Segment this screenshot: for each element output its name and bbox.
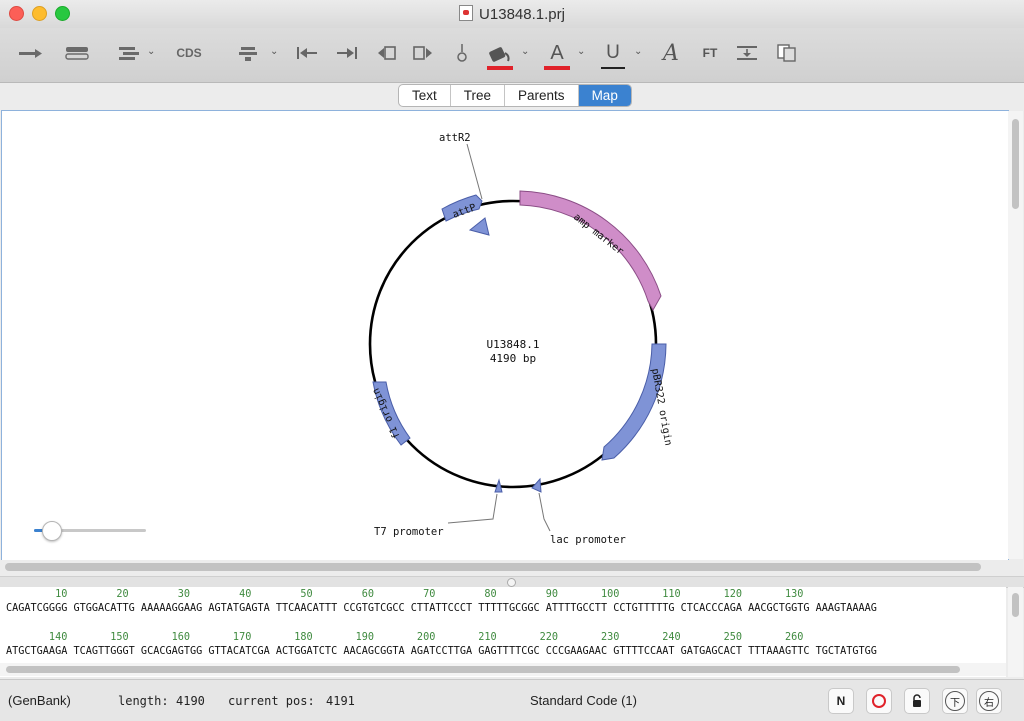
current-pos-value: 4191 (326, 694, 355, 708)
highlight-color-swatch (487, 66, 513, 70)
status-bar: (GenBank) length: 4190 current pos: 4191… (0, 679, 1024, 721)
go-to-start-button[interactable] (294, 42, 320, 64)
select-right-button[interactable] (410, 42, 436, 64)
scroll-thumb[interactable] (5, 563, 981, 571)
underline-swatch (601, 67, 625, 69)
stacked-features-button[interactable] (116, 42, 142, 64)
circle-icon (872, 694, 886, 708)
attr2-leader-line (466, 143, 483, 200)
bracket-left-icon (378, 46, 396, 60)
scroll-thumb[interactable] (1012, 119, 1019, 209)
splitter-handle[interactable] (507, 578, 516, 587)
circular-toggle-button[interactable] (866, 688, 892, 714)
sequence-horizontal-scrollbar[interactable] (0, 663, 1006, 676)
down-strand-button[interactable]: 下 (942, 688, 968, 714)
view-tabs: Text Tree Parents Map (398, 84, 632, 107)
pin-icon (457, 44, 467, 62)
go-to-end-button[interactable] (334, 42, 360, 64)
tab-parents[interactable]: Parents (505, 85, 579, 106)
sequence-ruler: 10 20 30 40 50 60 70 80 90 100 110 120 1… (6, 589, 804, 600)
cds-button[interactable]: CDS (172, 42, 206, 64)
unlock-icon (913, 694, 921, 707)
length-label: length: (118, 694, 169, 708)
zoom-slider-knob[interactable] (42, 521, 62, 541)
plasmid-length: 4190 bp (490, 352, 536, 365)
copy-icon (777, 44, 796, 62)
lock-button[interactable] (904, 688, 930, 714)
arrow-right-icon (19, 49, 42, 58)
sequence-line[interactable]: CAGATCGGGG GTGGACATTG AAAAAGGAAG AGTATGA… (6, 603, 877, 614)
t7-leader-line (447, 493, 498, 524)
toolbar: ⌄ CDS ⌄ ⌄ A ⌄ U ⌄ A FT (0, 28, 1024, 83)
plasmid-name: U13848.1 (487, 338, 540, 351)
font-color-button[interactable]: A (544, 42, 570, 64)
chevron-down-icon[interactable]: ⌄ (521, 46, 529, 57)
font-color-swatch (544, 66, 570, 70)
paint-bucket-icon (489, 47, 510, 62)
chevron-down-icon[interactable]: ⌄ (270, 46, 278, 57)
window-title-text: U13848.1.prj (479, 6, 565, 23)
attr2-label: attR2 (439, 132, 471, 144)
sequence-line[interactable]: ATGCTGAAGA TCAGTTGGGT GCACGAGTGG GTTACAT… (6, 646, 877, 657)
sequence-ruler: 140 150 160 170 180 190 200 210 220 230 … (6, 632, 804, 643)
chevron-down-icon[interactable]: ⌄ (634, 46, 642, 57)
box-feature-icon (65, 47, 89, 60)
select-left-button[interactable] (374, 42, 400, 64)
sequence-vertical-scrollbar[interactable] (1008, 587, 1023, 677)
map-vertical-scrollbar[interactable] (1008, 111, 1023, 559)
scroll-thumb[interactable] (1012, 593, 1019, 617)
genetic-code-label[interactable]: Standard Code (1) (530, 693, 637, 708)
n-button[interactable]: N (828, 688, 854, 714)
split-icon (737, 46, 757, 60)
feature-box-button[interactable] (62, 42, 92, 64)
attr2-marker[interactable] (468, 217, 490, 236)
bracket-right-icon (413, 46, 432, 60)
copy-button[interactable] (774, 42, 800, 64)
lac-promoter-label: lac promoter (550, 534, 626, 546)
title-bar: U13848.1.prj (0, 0, 1024, 28)
feature-arrow-button[interactable] (16, 42, 44, 64)
pbr322-origin-label: pBR322 origin (649, 368, 673, 447)
font-style-button[interactable]: A (658, 41, 684, 66)
app-window: U13848.1.prj ⌄ CDS ⌄ ⌄ A ⌄ U ⌄ A FT Text… (0, 0, 1024, 721)
ft-button[interactable]: FT (698, 42, 722, 64)
chevron-down-icon[interactable]: ⌄ (577, 46, 585, 57)
document-icon (459, 5, 474, 21)
length-value: 4190 (176, 694, 205, 708)
skip-back-icon (297, 47, 317, 59)
split-button[interactable] (734, 42, 760, 64)
tab-text[interactable]: Text (399, 85, 451, 106)
down-glyph-icon: 下 (945, 691, 965, 711)
insert-feature-button[interactable] (236, 42, 262, 64)
format-indicator: (GenBank) (8, 693, 71, 708)
right-strand-button[interactable]: 右 (976, 688, 1002, 714)
scroll-thumb[interactable] (6, 666, 960, 673)
insert-icon (239, 47, 257, 61)
tab-map[interactable]: Map (578, 85, 631, 106)
right-glyph-icon: 右 (979, 691, 999, 711)
highlight-color-button[interactable] (486, 42, 514, 64)
skip-forward-icon (337, 47, 357, 59)
stack-icon (119, 47, 139, 60)
amp-marker-feature[interactable] (519, 190, 662, 312)
plasmid-map: amp marker pBR322 origin attP attR2 f1 o… (368, 132, 673, 546)
map-horizontal-scrollbar[interactable] (1, 560, 1023, 574)
underline-button[interactable]: U (600, 42, 626, 64)
t7-promoter-label: T7 promoter (374, 526, 444, 538)
plasmid-map-panel: amp marker pBR322 origin attP attR2 f1 o… (1, 110, 1009, 562)
marker-button[interactable] (452, 42, 472, 64)
current-pos-label: current pos: (228, 694, 315, 708)
window-title: U13848.1.prj (0, 5, 1024, 23)
tab-tree[interactable]: Tree (451, 85, 506, 106)
lac-leader-line (538, 492, 551, 532)
chevron-down-icon[interactable]: ⌄ (147, 46, 155, 57)
